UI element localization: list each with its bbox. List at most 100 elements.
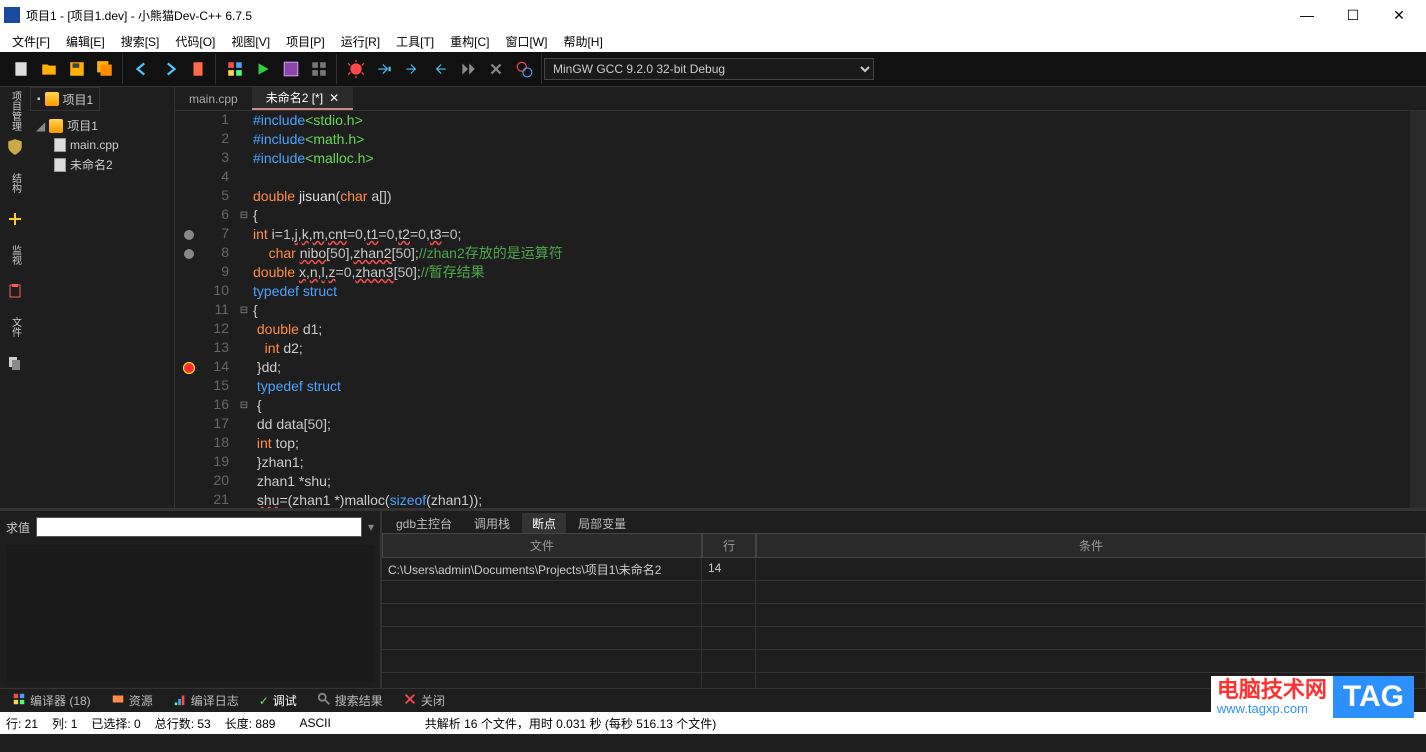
table-row[interactable]: [382, 650, 1426, 673]
minimize-button[interactable]: —: [1284, 0, 1330, 30]
code-line[interactable]: {: [253, 206, 1410, 225]
menu-item[interactable]: 工具[T]: [388, 31, 442, 52]
menu-item[interactable]: 运行[R]: [333, 31, 388, 52]
breakpoint-gutter[interactable]: [175, 282, 203, 301]
bottom-tab[interactable]: ✓ 调试: [251, 690, 305, 711]
project-tree[interactable]: ◢项目1 main.cpp 未命名2: [30, 111, 174, 179]
project-tab[interactable]: ▪ 项目1: [30, 87, 100, 111]
breakpoint-gutter[interactable]: [175, 415, 203, 434]
breakpoint-gutter[interactable]: [175, 301, 203, 320]
table-row[interactable]: C:\Users\admin\Documents\Projects\项目1\未命…: [382, 558, 1426, 581]
table-row[interactable]: [382, 604, 1426, 627]
breakpoint-gutter[interactable]: [175, 263, 203, 282]
side-tab-project[interactable]: 项目管理: [4, 91, 26, 131]
continue-button[interactable]: [455, 56, 481, 82]
breakpoint-gutter[interactable]: [175, 358, 203, 377]
tab-callstack[interactable]: 调用栈: [464, 513, 520, 533]
breakpoint-gutter[interactable]: [175, 149, 203, 168]
code-line[interactable]: [253, 168, 1410, 187]
debug-button[interactable]: [343, 56, 369, 82]
code-line[interactable]: double x,n,l,z=0,zhan3[50];//暂存结果: [253, 263, 1410, 282]
stop-button[interactable]: [483, 56, 509, 82]
bottom-tab[interactable]: 关闭: [395, 690, 453, 711]
eval-dropdown-icon[interactable]: ▾: [368, 520, 374, 534]
save-all-button[interactable]: [92, 56, 118, 82]
code-line[interactable]: shu=(zhan1 *)malloc(sizeof(zhan1));: [253, 491, 1410, 508]
close-tab-icon[interactable]: ✕: [329, 91, 339, 105]
code-editor[interactable]: 123456789101112131415161718192021 ⊟⊟⊟ #i…: [175, 111, 1426, 508]
code-line[interactable]: typedef struct: [253, 377, 1410, 396]
tab-locals[interactable]: 局部变量: [568, 513, 636, 533]
code-line[interactable]: int d2;: [253, 339, 1410, 358]
side-tab-struct[interactable]: 结构: [4, 163, 26, 203]
editor-tab[interactable]: 未命名2 [*]✕: [252, 87, 353, 110]
fold-handle[interactable]: ⊟: [235, 206, 253, 225]
breakpoint-gutter[interactable]: [175, 491, 203, 508]
save-button[interactable]: [64, 56, 90, 82]
breakpoint-gutter[interactable]: [175, 320, 203, 339]
menu-item[interactable]: 文件[F]: [4, 31, 58, 52]
breakpoint-gutter[interactable]: [175, 168, 203, 187]
tab-gdb[interactable]: gdb主控台: [386, 513, 462, 533]
watch-button[interactable]: [511, 56, 537, 82]
step-out-button[interactable]: [427, 56, 453, 82]
col-file[interactable]: 文件: [382, 533, 702, 558]
clipboard-icon[interactable]: [5, 281, 25, 301]
shield-icon[interactable]: [5, 137, 25, 157]
code-line[interactable]: #include<malloc.h>: [253, 149, 1410, 168]
menu-item[interactable]: 视图[V]: [223, 31, 278, 52]
code-line[interactable]: typedef struct: [253, 282, 1410, 301]
code-line[interactable]: double d1;: [253, 320, 1410, 339]
code-line[interactable]: dd data[50];: [253, 415, 1410, 434]
fold-handle[interactable]: ⊟: [235, 396, 253, 415]
bookmark-button[interactable]: [185, 56, 211, 82]
breakpoint-gutter[interactable]: [175, 396, 203, 415]
breakpoint-gutter[interactable]: [175, 206, 203, 225]
compiler-select[interactable]: MinGW GCC 9.2.0 32-bit Debug: [544, 58, 874, 80]
code-line[interactable]: }zhan1;: [253, 453, 1410, 472]
fold-handle[interactable]: ⊟: [235, 301, 253, 320]
forward-button[interactable]: [157, 56, 183, 82]
code-line[interactable]: #include<math.h>: [253, 130, 1410, 149]
compile-button[interactable]: [278, 56, 304, 82]
close-icon[interactable]: ▪: [37, 94, 41, 105]
table-row[interactable]: [382, 581, 1426, 604]
rebuild-button[interactable]: [306, 56, 332, 82]
menu-item[interactable]: 窗口[W]: [497, 31, 555, 52]
bottom-tab[interactable]: 编译日志: [165, 690, 247, 711]
code-line[interactable]: int top;: [253, 434, 1410, 453]
breakpoint-gutter[interactable]: [175, 244, 203, 263]
col-line[interactable]: 行: [702, 533, 756, 558]
code-line[interactable]: char nibo[50],zhan2[50];//zhan2存放的是运算符: [253, 244, 1410, 263]
side-tab-files[interactable]: 文件: [4, 307, 26, 347]
menu-item[interactable]: 代码[O]: [167, 31, 223, 52]
vertical-scrollbar[interactable]: [1410, 111, 1426, 508]
back-button[interactable]: [129, 56, 155, 82]
tree-item[interactable]: 未命名2: [36, 154, 168, 175]
breakpoint-gutter[interactable]: [175, 130, 203, 149]
compile-run-button[interactable]: [250, 56, 276, 82]
open-button[interactable]: [36, 56, 62, 82]
blocks-button[interactable]: [222, 56, 248, 82]
step-over-button[interactable]: [371, 56, 397, 82]
breakpoint-gutter[interactable]: [175, 453, 203, 472]
new-file-button[interactable]: [8, 56, 34, 82]
bottom-tab[interactable]: 搜索结果: [309, 690, 391, 711]
breakpoint-gutter[interactable]: [175, 225, 203, 244]
editor-tab[interactable]: main.cpp: [175, 87, 252, 110]
files-icon[interactable]: [5, 353, 25, 373]
tab-breakpoints[interactable]: 断点: [522, 513, 566, 533]
tree-item[interactable]: main.cpp: [36, 136, 168, 154]
col-cond[interactable]: 条件: [756, 533, 1426, 558]
breakpoint-gutter[interactable]: [175, 472, 203, 491]
menu-item[interactable]: 项目[P]: [278, 31, 333, 52]
breakpoint-gutter[interactable]: [175, 377, 203, 396]
code-line[interactable]: zhan1 *shu;: [253, 472, 1410, 491]
code-line[interactable]: {: [253, 396, 1410, 415]
breakpoint-gutter[interactable]: [175, 339, 203, 358]
close-button[interactable]: ✕: [1376, 0, 1422, 30]
code-line[interactable]: }dd;: [253, 358, 1410, 377]
code-line[interactable]: {: [253, 301, 1410, 320]
tree-root[interactable]: ◢项目1: [36, 115, 168, 136]
breakpoint-gutter[interactable]: [175, 187, 203, 206]
